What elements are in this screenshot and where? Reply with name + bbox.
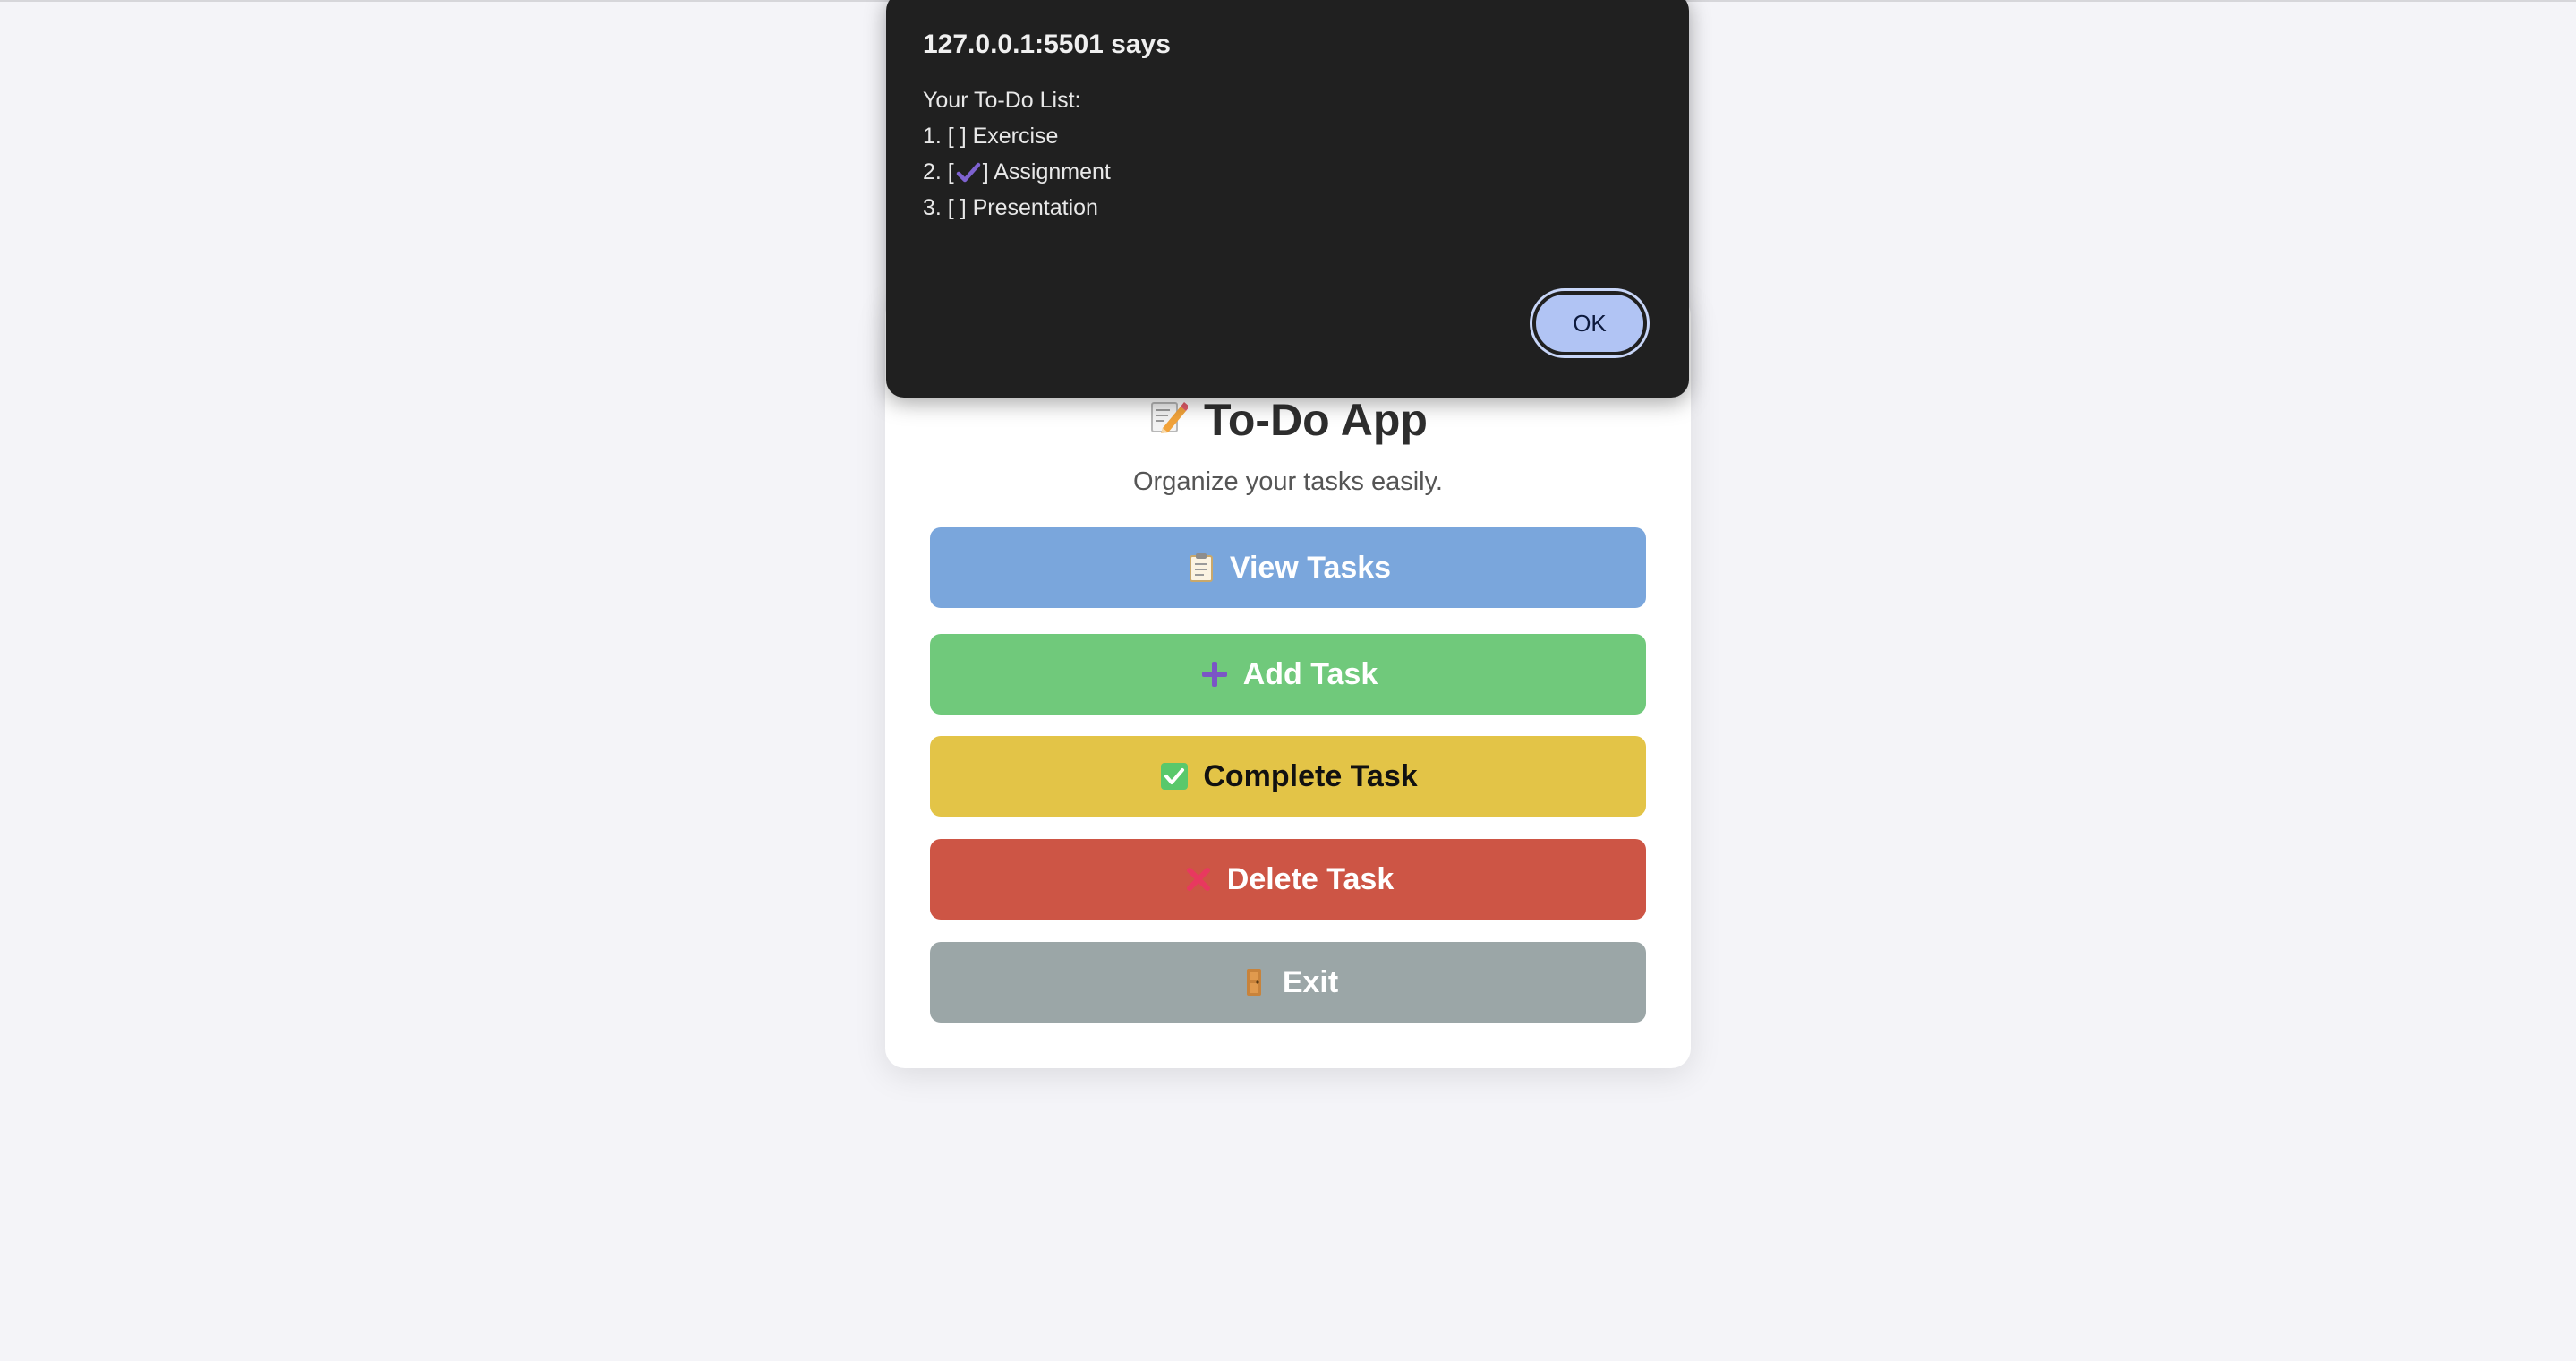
todo-app-card: To-Do App Organize your tasks easily. Vi… — [885, 295, 1691, 1068]
delete-task-label: Delete Task — [1226, 861, 1395, 896]
dialog-heading: Your To-Do List: — [923, 88, 1081, 113]
alert-dialog: 127.0.0.1:5501 says Your To-Do List: 1. … — [886, 0, 1689, 398]
todo-item: 1. [ ] Exercise — [923, 118, 1111, 154]
app-title: To-Do App — [1204, 394, 1428, 445]
todo-item-prefix: 3. [ — [923, 195, 960, 220]
todo-item: 2. [ ] Assignment — [923, 154, 1111, 190]
view-tasks-button[interactable]: View Tasks — [930, 527, 1646, 608]
todo-item: 3. [ ] Presentation — [923, 190, 1111, 226]
dialog-message: Your To-Do List: 1. [ ] Exercise 2. [ ] A… — [923, 82, 1111, 226]
clipboard-icon — [1185, 552, 1217, 584]
todo-item-text: ] Presentation — [960, 195, 1098, 220]
complete-task-label: Complete Task — [1203, 758, 1418, 793]
complete-task-button[interactable]: Complete Task — [930, 736, 1646, 817]
plus-icon — [1198, 658, 1231, 690]
cross-icon — [1182, 863, 1215, 895]
delete-task-button[interactable]: Delete Task — [930, 839, 1646, 920]
todo-item-text: ] Exercise — [960, 124, 1059, 149]
view-tasks-label: View Tasks — [1229, 550, 1392, 585]
add-task-label: Add Task — [1242, 656, 1378, 691]
checkbox-checked-icon — [1158, 760, 1190, 792]
exit-button[interactable]: Exit — [930, 942, 1646, 1023]
todo-item-prefix: 2. [ — [923, 159, 954, 184]
ok-button[interactable]: OK — [1532, 291, 1647, 355]
app-subtitle: Organize your tasks easily. — [1133, 467, 1443, 496]
exit-label: Exit — [1282, 964, 1339, 999]
dialog-title: 127.0.0.1:5501 says — [923, 30, 1171, 59]
todo-item-prefix: 1. [ — [923, 124, 960, 149]
todo-item-text: ] Assignment — [982, 159, 1111, 184]
add-task-button[interactable]: Add Task — [930, 634, 1646, 715]
door-icon — [1238, 966, 1270, 998]
memo-pencil-icon — [1148, 389, 1190, 451]
